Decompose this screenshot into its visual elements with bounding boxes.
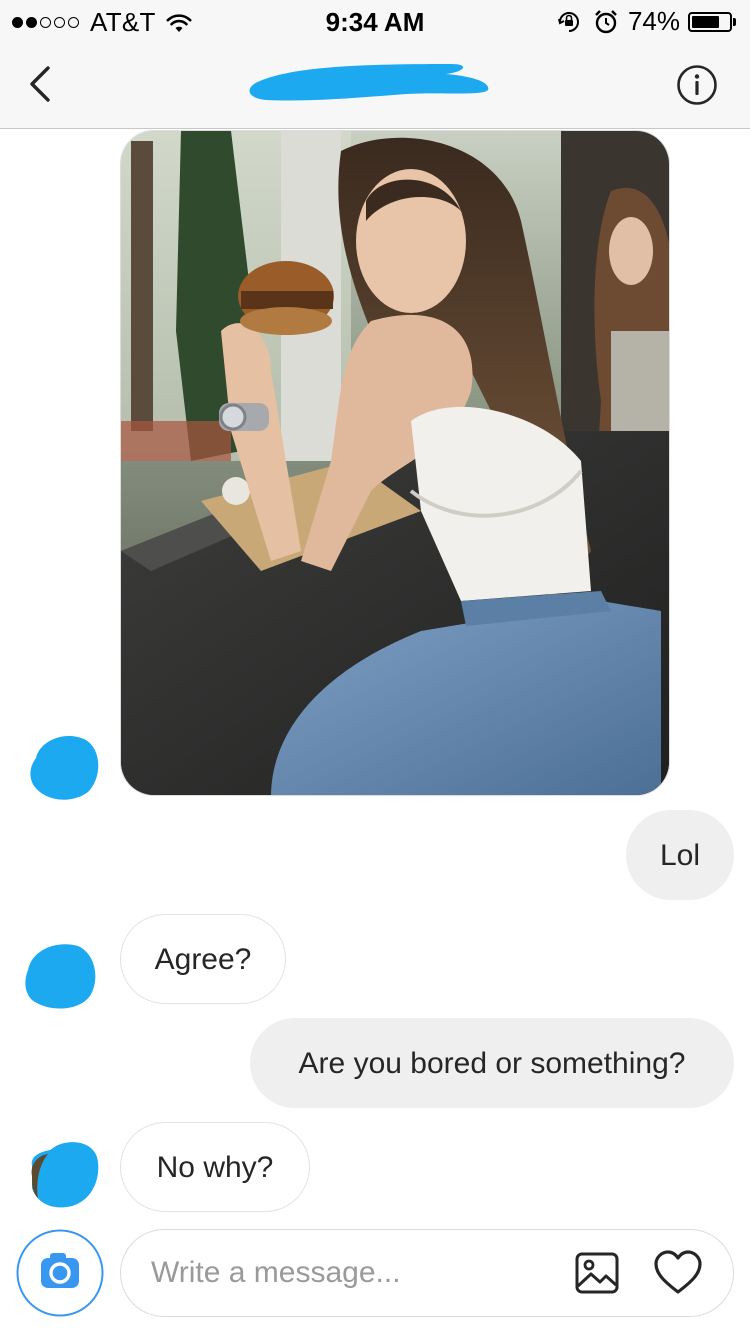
battery-cap: [733, 17, 736, 26]
info-icon[interactable]: [676, 64, 718, 106]
sender-avatar-redacted: [31, 1142, 99, 1208]
incoming-message-bubble[interactable]: No why?: [120, 1122, 310, 1212]
sender-avatar-redacted: [30, 736, 99, 800]
message-text: Agree?: [154, 943, 252, 976]
direct-message-screen: AT&T 9:34 AM 74% Lol Agree? Are you bore…: [0, 0, 750, 1334]
incoming-message-bubble[interactable]: Agree?: [120, 914, 286, 1004]
status-right: 74%: [556, 6, 736, 37]
image-gallery-icon[interactable]: [575, 1252, 619, 1294]
chevron-left-icon[interactable]: [22, 62, 62, 106]
photo-message[interactable]: [120, 130, 670, 796]
message-text: Lol: [659, 839, 701, 872]
message-input[interactable]: [151, 1230, 551, 1315]
sender-avatar-redacted: [25, 944, 96, 1009]
outgoing-message-bubble[interactable]: Are you bored or something?: [250, 1018, 734, 1108]
message-composer: [120, 1229, 734, 1317]
message-text: No why?: [156, 1151, 274, 1184]
shared-photo: [121, 131, 669, 795]
battery-level-fill: [692, 15, 719, 28]
conversation-header: [0, 40, 750, 129]
camera-icon[interactable]: [16, 1229, 104, 1317]
alarm-icon: [595, 9, 617, 33]
orientation-lock-icon: [557, 11, 579, 32]
outgoing-message-bubble[interactable]: Lol: [626, 810, 734, 900]
redacted-username: [249, 64, 489, 101]
status-bar: AT&T 9:34 AM 74%: [0, 0, 750, 40]
battery-icon: [688, 11, 732, 32]
heart-icon[interactable]: [653, 1250, 703, 1296]
battery-percentage: 74%: [627, 6, 680, 36]
message-text: Are you bored or something?: [298, 1047, 686, 1080]
